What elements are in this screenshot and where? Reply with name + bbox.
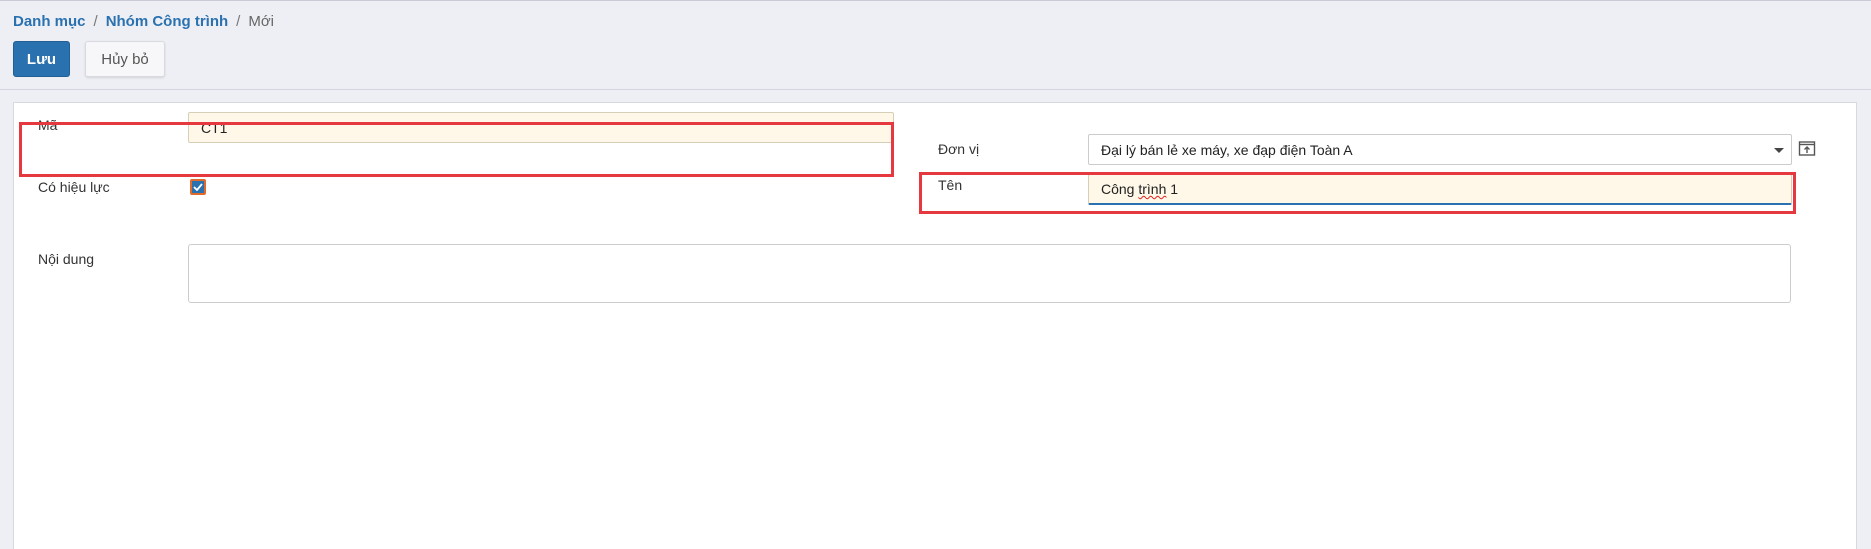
breadcrumb-separator: / (93, 13, 98, 30)
save-button[interactable]: Lưu (13, 41, 70, 77)
don-vi-select[interactable]: Đại lý bán lẻ xe máy, xe đạp điện Toàn A (1088, 134, 1792, 165)
don-vi-value: Đại lý bán lẻ xe máy, xe đạp điện Toàn A (1101, 141, 1353, 158)
control-panel: Danh mục / Nhóm Công trình / Mới Lưu Hủy… (0, 0, 1871, 90)
external-link-icon[interactable] (1796, 137, 1818, 159)
ten-value-misspelled: trình (1138, 181, 1167, 197)
co-hieu-luc-checkbox[interactable] (190, 179, 206, 195)
ten-value-prefix: Công (1101, 181, 1139, 197)
noi-dung-label: Nội dung (38, 251, 95, 267)
ten-value-suffix: 1 (1166, 181, 1179, 197)
chevron-down-icon[interactable] (1774, 148, 1784, 153)
ten-input[interactable]: Công trình 1 (1088, 174, 1792, 205)
breadcrumb-separator: / (236, 13, 241, 30)
ma-value: CT1 (201, 119, 228, 136)
form-sheet: Mã CT1 Có hiệu lực Nội dung Đơn vị Đại l… (13, 102, 1857, 549)
ma-label: Mã (38, 117, 58, 133)
noi-dung-textarea[interactable] (188, 244, 1791, 303)
don-vi-label: Đơn vị (938, 141, 980, 157)
co-hieu-luc-label: Có hiệu lực (38, 179, 110, 195)
check-icon (193, 183, 203, 191)
breadcrumb-current: Mới (248, 13, 275, 30)
ma-input[interactable]: CT1 (188, 112, 894, 143)
ten-value: Công trình 1 (1101, 181, 1178, 197)
ten-label: Tên (938, 177, 963, 193)
breadcrumb-nhom-cong-trinh[interactable]: Nhóm Công trình (106, 13, 228, 30)
breadcrumb: Danh mục / Nhóm Công trình / Mới (13, 13, 274, 30)
breadcrumb-danh-muc[interactable]: Danh mục (13, 13, 86, 30)
cancel-button[interactable]: Hủy bỏ (85, 41, 165, 77)
